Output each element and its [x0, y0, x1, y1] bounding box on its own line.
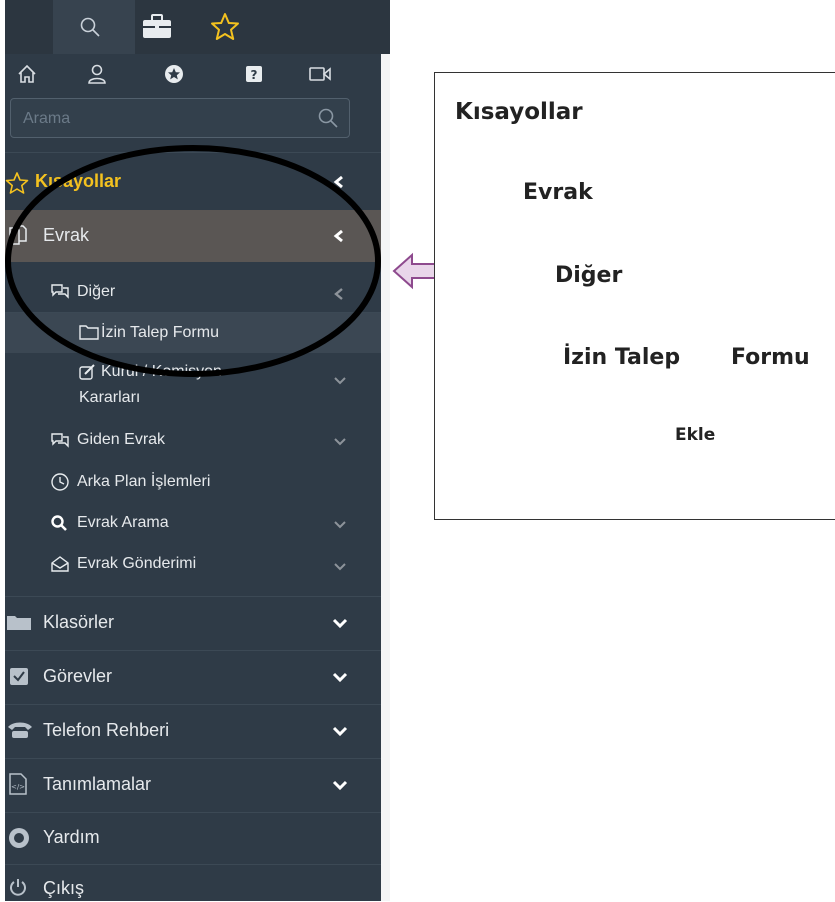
box-label-evrak: Evrak — [523, 180, 593, 205]
box-label-diger: Diğer — [555, 263, 623, 288]
box-label-formu: Formu — [731, 345, 810, 370]
box-title-kisayollar: Kısayollar — [455, 99, 583, 125]
highlight-ellipse — [5, 145, 381, 377]
shortcut-description-box: Kısayollar Evrak Diğer İzin Talep Formu … — [434, 72, 835, 520]
box-label-izin-talep: İzin Talep — [563, 345, 681, 370]
box-label-ekle: Ekle — [675, 425, 716, 445]
